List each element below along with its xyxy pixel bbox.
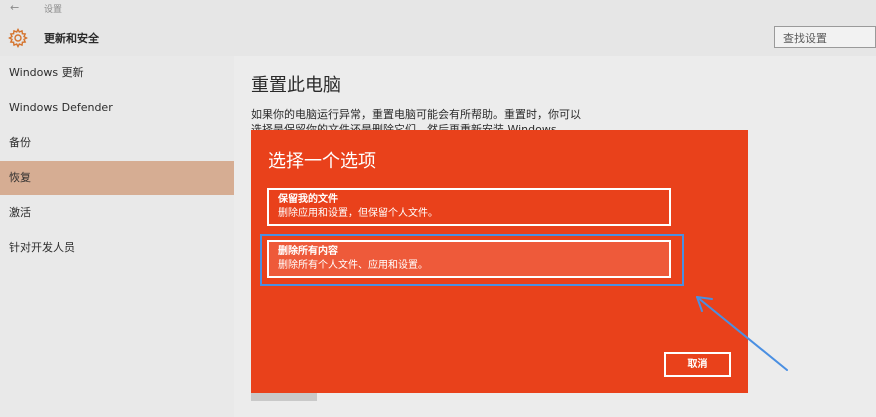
option-title: 删除所有内容 [278,246,338,257]
sidebar-item-windows-defender[interactable]: Windows Defender [0,91,234,125]
section-title: 更新和安全 [44,32,99,45]
dialog-title: 选择一个选项 [268,151,376,172]
option-description: 删除所有个人文件、应用和设置。 [278,260,428,271]
sidebar-item-recovery[interactable]: 恢复 [0,161,234,195]
gear-icon [8,28,28,48]
sidebar-item-windows-update[interactable]: Windows 更新 [0,56,234,90]
back-arrow-icon[interactable]: ← [10,1,19,14]
section-header: 更新和安全 [0,20,876,56]
search-box[interactable] [774,26,876,49]
sidebar-item-for-developers[interactable]: 针对开发人员 [0,231,234,265]
title-bar: ← 设置 [0,0,876,18]
sidebar: Windows 更新 Windows Defender 备份 恢复 激活 针对开… [0,56,234,417]
app-title: 设置 [44,5,63,15]
sidebar-item-activation[interactable]: 激活 [0,196,234,230]
option-description: 删除应用和设置，但保留个人文件。 [278,208,438,219]
option-title: 保留我的文件 [278,194,338,205]
keep-my-files-option[interactable]: 保留我的文件 删除应用和设置，但保留个人文件。 [267,188,671,226]
sidebar-item-backup[interactable]: 备份 [0,126,234,160]
page-title: 重置此电脑 [251,75,341,96]
remove-everything-option[interactable]: 删除所有内容 删除所有个人文件、应用和设置。 [267,240,671,278]
cancel-button[interactable]: 取消 [664,352,731,377]
search-input[interactable] [775,28,875,49]
choose-option-dialog: 选择一个选项 保留我的文件 删除应用和设置，但保留个人文件。 删除所有内容 删除… [251,130,748,393]
